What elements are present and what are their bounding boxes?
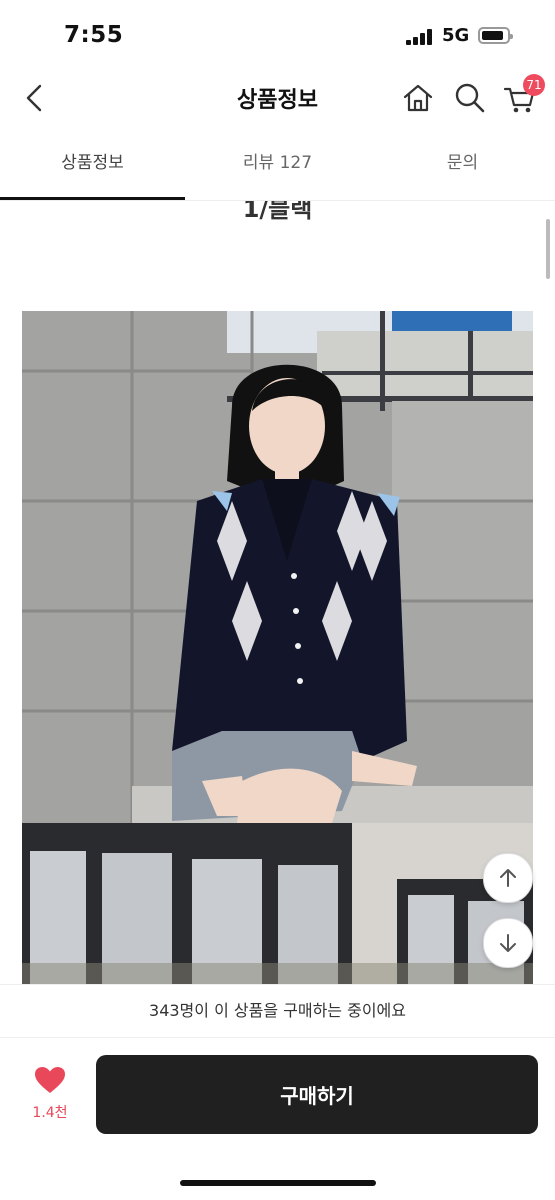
- signal-icon: [406, 29, 434, 45]
- buy-button[interactable]: 구매하기: [96, 1055, 538, 1134]
- like-button[interactable]: 1.4천: [22, 1066, 78, 1122]
- search-icon: [455, 83, 485, 113]
- heart-icon: [35, 1067, 65, 1093]
- product-detail-content[interactable]: 1/블랙: [0, 201, 555, 984]
- status-bar: 7:55 5G: [0, 0, 555, 70]
- top-navigation: 상품정보 71: [0, 70, 555, 128]
- search-button[interactable]: [452, 80, 488, 116]
- product-photo: [22, 311, 533, 823]
- arrow-down-icon: [500, 934, 516, 952]
- option-heading: 1/블랙: [242, 201, 313, 223]
- tab-bar: 상품정보 리뷰 127 문의: [0, 130, 555, 201]
- battery-icon: [478, 27, 513, 44]
- status-time: 7:55: [64, 22, 124, 48]
- like-count: 1.4천: [32, 1105, 68, 1121]
- tab-inquiry[interactable]: 문의: [370, 130, 555, 200]
- product-photo-2: [22, 823, 533, 984]
- scroll-up-button[interactable]: [483, 853, 533, 903]
- scrollbar[interactable]: [546, 219, 550, 279]
- home-indicator: [180, 1180, 376, 1186]
- tab-reviews[interactable]: 리뷰 127: [185, 130, 370, 200]
- home-button[interactable]: [400, 80, 436, 116]
- purchase-activity-notice: 343명이 이 상품을 구매하는 중이에요: [0, 984, 555, 1038]
- network-label: 5G: [442, 25, 470, 46]
- arrow-up-icon: [500, 869, 516, 887]
- tab-product-info[interactable]: 상품정보: [0, 130, 185, 200]
- home-icon: [403, 84, 433, 112]
- scroll-down-button[interactable]: [483, 918, 533, 968]
- cart-count-badge: 71: [523, 74, 545, 96]
